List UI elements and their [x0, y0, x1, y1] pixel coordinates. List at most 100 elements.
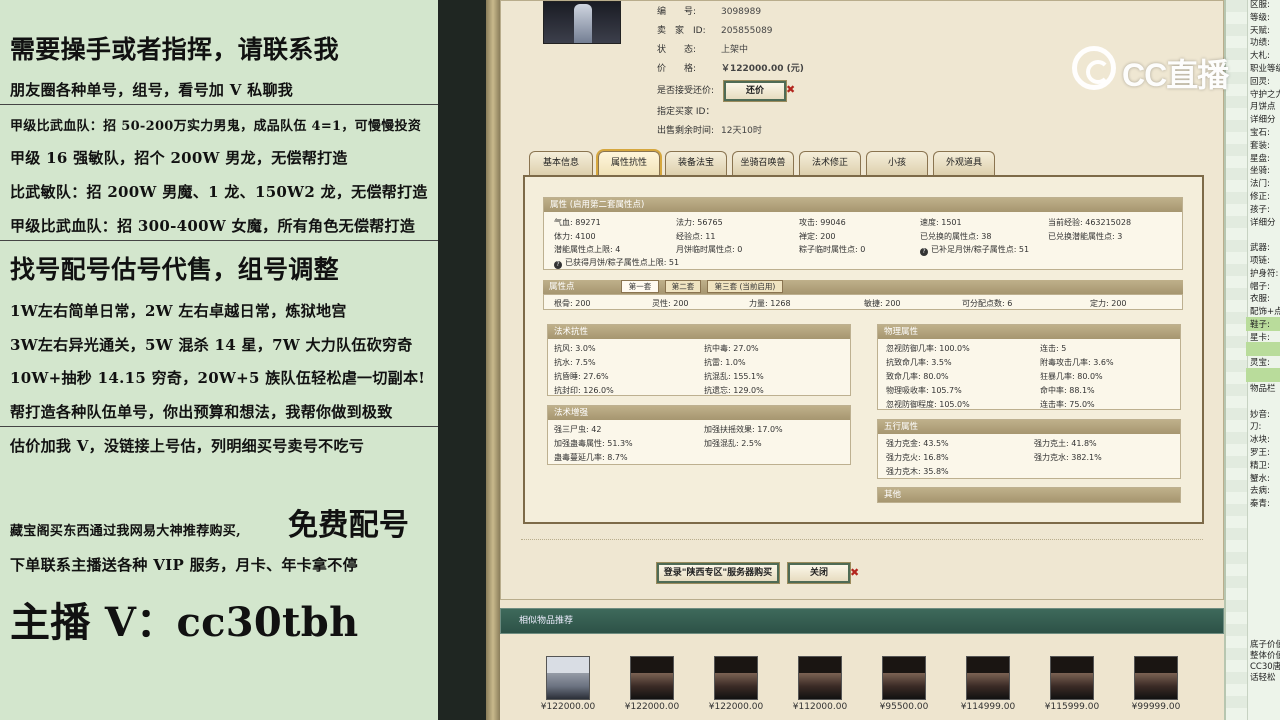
recommend-item[interactable]: ¥112000.00 — [790, 656, 850, 712]
overlay-line: 1W左右简单日常，2W 左右卓越日常，炼狱地宫 — [10, 302, 347, 320]
stats-label: 修正: — [1250, 192, 1270, 202]
overlay-line: 甲级 16 强敏队，招个 200W 男龙，无偿帮打造 — [10, 149, 348, 167]
recommend-item[interactable]: ¥122000.00 — [706, 656, 766, 712]
bargain-button[interactable]: 还价 — [724, 81, 786, 101]
tab-mounts-pets[interactable]: 坐骑召唤兽 — [732, 151, 794, 175]
recommend-item[interactable]: ¥122000.00 — [538, 656, 598, 712]
close-icon: ✖ — [786, 83, 796, 96]
tab-attributes[interactable]: 属性抗性 — [598, 151, 660, 175]
stats-label: 天赋: — [1250, 25, 1270, 36]
overlay-line: 帮打造各种队伍单号，你出预算和想法，我帮你做到极致 — [10, 403, 393, 421]
recommend-item[interactable]: ¥114999.00 — [958, 656, 1018, 712]
stats-label: 武器: — [1250, 243, 1270, 254]
overlay-line: 甲级比武血队：招 50-200万实力男鬼，成品队伍 4=1，可慢慢投资 — [10, 119, 422, 134]
login-purchase-button[interactable]: 登录"陕西专区"服务器购买 — [657, 563, 779, 583]
tab-child[interactable]: 小孩 — [866, 151, 928, 175]
stats-label: 星盘: — [1250, 153, 1270, 164]
close-button[interactable]: 关闭 — [788, 563, 850, 583]
stats-label: 项链: — [1250, 256, 1270, 266]
stats-label: 职业等级 — [1250, 64, 1280, 74]
overlay-line: 甲级比武血队：招 300-400W 女魔，所有角色无偿帮打造 — [10, 217, 416, 235]
price-value: ￥122000.00 (元) — [721, 64, 804, 74]
character-avatar — [882, 656, 926, 700]
overlay-line: 估价加我 V，没链接上号估，列明细买号卖号不吃亏 — [10, 437, 365, 455]
seller-id-row: 卖 家 ID: 205855089 — [657, 26, 773, 36]
recommend-item[interactable]: ¥95500.00 — [874, 656, 934, 712]
overlay-line: 3W左右异光通关，5W 混杀 14 星，7W 大力队伍砍穷奇 — [10, 336, 413, 354]
stats-label: 蟹水: — [1250, 473, 1270, 484]
stats-summary-label: 底子价值 — [1250, 640, 1280, 650]
character-avatar — [546, 656, 590, 700]
subtab-set-2[interactable]: 第二套 — [665, 280, 701, 293]
character-thumbnail[interactable] — [543, 1, 621, 44]
attribute-section: 属性 (启用第二套属性点) 气血: 89271 法力: 56765 攻击: 99… — [543, 197, 1183, 270]
help-icon[interactable]: ? — [920, 248, 928, 256]
tab-spell-mod[interactable]: 法术修正 — [799, 151, 861, 175]
divider — [521, 539, 1203, 540]
streamer-contact: 主播 V：cc30tbh — [10, 599, 359, 646]
stats-label: 坐骑: — [1250, 166, 1270, 177]
status-row: 状 态: 上架中 — [657, 45, 749, 55]
stats-summary-label: 整体价值 — [1250, 651, 1280, 661]
spell-resistance-section: 法术抗性 抗风: 3.0% 抗中毒: 27.0% 抗水: 7.5% 抗雷: 1.… — [547, 324, 851, 396]
stats-label: 物品栏 — [1250, 384, 1276, 394]
tab-appearance[interactable]: 外观道具 — [933, 151, 995, 175]
help-icon[interactable]: ? — [554, 261, 562, 269]
recommend-list: ¥122000.00 ¥122000.00 ¥122000.00 ¥112000… — [500, 634, 1224, 720]
divider — [0, 104, 438, 105]
stats-label: 刀: — [1250, 422, 1262, 433]
stats-label: 功绩: — [1250, 38, 1270, 49]
window-frame — [486, 0, 500, 720]
stats-label: 配饰+点 — [1250, 307, 1280, 318]
stats-label: 回灵: — [1250, 76, 1270, 87]
recommend-item[interactable]: ¥115999.00 — [1042, 656, 1102, 712]
divider — [0, 426, 438, 427]
overlay-line: 找号配号估号代售，组号调整 — [10, 255, 339, 284]
attributes-panel: 属性 (启用第二套属性点) 气血: 89271 法力: 56765 攻击: 99… — [523, 175, 1204, 524]
bargain-row: 是否接受还价: — [657, 86, 715, 96]
overlay-line: 朋友圈各种单号，组号，看号加 V 私聊我 — [10, 81, 294, 99]
stats-label: 去病: — [1250, 486, 1270, 497]
stats-label: 衣服: — [1250, 294, 1270, 305]
stats-label: 法门: — [1250, 179, 1270, 190]
five-element-section: 五行属性 强力克金: 43.5% 强力克土: 41.8% 强力克火: 16.8%… — [877, 419, 1181, 479]
recommend-item[interactable]: ¥122000.00 — [622, 656, 682, 712]
stats-sidebar: 区服:等级:天赋:功绩:大札:职业等级回灵:守护之力月饼点详细分宝石:套装:星盘… — [1224, 0, 1280, 720]
buyer-id-row: 指定买家 ID： — [657, 107, 715, 117]
overlay-line: 需要操手或者指挥，请联系我 — [10, 35, 339, 64]
tab-basic-info[interactable]: 基本信息 — [529, 151, 593, 175]
stats-label: 鞋子: — [1250, 320, 1270, 330]
cc-logo-icon — [1072, 46, 1116, 90]
stats-label: 冰块: — [1250, 435, 1270, 446]
stats-label: 妙音: — [1250, 409, 1270, 420]
stats-label: 护身符: — [1250, 268, 1279, 279]
recommend-item[interactable]: ¥99999.00 — [1126, 656, 1186, 712]
recommend-header: 相似物品推荐 — [500, 608, 1224, 634]
points-section: 根骨: 200 灵性: 200 力量: 1268 敏捷: 200 可分配点数: … — [543, 294, 1183, 310]
divider — [0, 240, 438, 241]
stats-label: 帽子: — [1250, 281, 1270, 292]
remain-time-row: 出售剩余时间: 12天10时 — [657, 126, 762, 136]
character-avatar — [630, 656, 674, 700]
overlay-line: 免费配号 — [288, 508, 410, 543]
overlay-line: 藏宝阁买东西通过我网易大神推荐购买, — [10, 524, 241, 539]
section-header: 属性 (启用第二套属性点) — [544, 198, 1182, 212]
cc-live-logo: CC直播 — [1072, 44, 1242, 94]
subtab-set-3[interactable]: 第三套 (当前启用) — [707, 280, 783, 293]
price-row: 价 格: ￥122000.00 (元) — [657, 64, 804, 74]
character-avatar — [1134, 656, 1178, 700]
overlay-line: 10W+抽秒 14.15 穷奇，20W+5 族队伍轻松虐一切副本! — [10, 369, 426, 387]
spell-boost-section: 法术增强 强三尸虫: 42 加强扶摇效果: 17.0% 加强蛊毒属性: 51.3… — [547, 405, 851, 465]
stream-overlay: 需要操手或者指挥，请联系我 朋友圈各种单号，组号，看号加 V 私聊我 甲级比武血… — [0, 0, 438, 720]
stats-label: 孩子: — [1250, 204, 1270, 215]
stats-summary-label: CC30唐 — [1250, 662, 1280, 672]
stats-label: 月饼点 — [1250, 102, 1276, 113]
stats-label: 套装: — [1250, 140, 1270, 151]
window-gap — [438, 0, 486, 720]
tab-equipment[interactable]: 装备法宝 — [665, 151, 727, 175]
close-icon: ✖ — [850, 566, 860, 579]
subtab-set-1[interactable]: 第一套 — [621, 280, 659, 293]
stats-label: 守护之力 — [1250, 89, 1280, 100]
stats-label: 区服: — [1250, 0, 1270, 10]
character-avatar — [966, 656, 1010, 700]
